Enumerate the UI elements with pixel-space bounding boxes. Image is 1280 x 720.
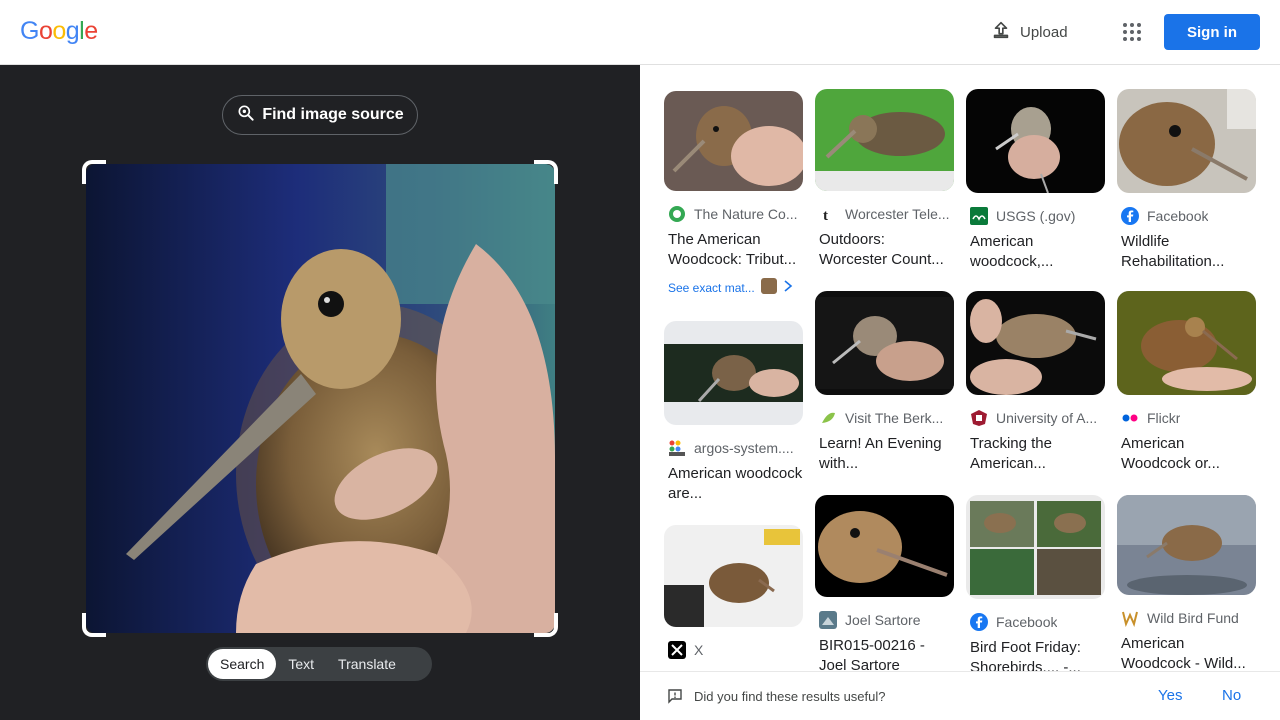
result-thumbnail[interactable] [664, 321, 803, 425]
result-card[interactable]: The Nature Co... The American Woodcock: … [664, 91, 804, 297]
wild-bird-fund-icon [1121, 609, 1139, 627]
crop-corner-handle[interactable] [82, 160, 106, 184]
usgs-icon [970, 207, 988, 225]
mode-text-tab[interactable]: Text [276, 649, 326, 679]
result-title[interactable]: American woodcock are... [664, 464, 804, 504]
apps-grid-icon[interactable] [1120, 20, 1144, 44]
upload-icon [990, 19, 1012, 45]
leaf-icon [819, 409, 837, 427]
result-source: Joel Sartore [845, 612, 921, 628]
result-thumbnail[interactable] [966, 495, 1105, 599]
result-source: Wild Bird Fund [1147, 610, 1239, 626]
result-thumbnail[interactable] [815, 495, 954, 597]
result-thumbnail[interactable] [1117, 291, 1256, 395]
feedback-icon [667, 688, 683, 707]
result-card[interactable]: University of A... Tracking the American… [966, 291, 1106, 474]
cls-icon [668, 439, 686, 457]
flickr-icon [1121, 409, 1139, 427]
crop-corner-handle[interactable] [534, 613, 558, 637]
upload-button[interactable]: Upload [990, 18, 1068, 46]
globe-icon [668, 205, 686, 223]
result-card[interactable]: Facebook Wildlife Rehabilitation... [1117, 89, 1257, 272]
x-icon [668, 641, 686, 659]
result-source: The Nature Co... [694, 206, 798, 222]
result-title[interactable]: BIR015-00216 - Joel Sartore [815, 636, 955, 671]
result-title[interactable]: American Woodcock or... [1117, 434, 1257, 474]
mode-search-tab[interactable]: Search [208, 649, 277, 679]
logo-letter: e [84, 17, 98, 45]
find-image-source-label: Find image source [262, 106, 404, 123]
result-title[interactable]: American Woodcock - Wild... [1117, 634, 1257, 671]
result-card[interactable]: X [664, 525, 804, 666]
google-logo[interactable]: Google [20, 17, 98, 46]
chevron-right-icon [783, 280, 793, 295]
result-title[interactable]: Wildlife Rehabilitation... [1117, 232, 1257, 272]
logo-letter: o [38, 17, 53, 45]
facebook-icon [1121, 207, 1139, 225]
find-image-source-button[interactable]: Find image source [222, 95, 418, 135]
result-source: Worcester Tele... [845, 206, 950, 222]
lens-image-pane: Find image source Search Text Translate [0, 65, 640, 720]
joel-sartore-icon [819, 611, 837, 629]
feedback-yes-button[interactable]: Yes [1158, 687, 1182, 704]
result-source: Visit The Berk... [845, 410, 944, 426]
result-thumbnail[interactable] [815, 89, 954, 191]
university-icon [970, 409, 988, 427]
results-pane: The Nature Co... The American Woodcock: … [640, 65, 1280, 671]
header: Google Upload Sign in [0, 0, 1280, 65]
lens-search-icon [236, 103, 256, 128]
result-source: Facebook [996, 614, 1058, 630]
result-source: University of A... [996, 410, 1098, 426]
result-source: X [694, 642, 704, 658]
result-card[interactable]: Joel Sartore BIR015-00216 - Joel Sartore [815, 495, 955, 671]
feedback-no-button[interactable]: No [1222, 687, 1241, 704]
result-card[interactable]: Facebook Bird Foot Friday: Shorebirds,..… [966, 495, 1106, 671]
sign-in-button[interactable]: Sign in [1164, 14, 1260, 50]
query-image[interactable] [86, 164, 555, 633]
mode-translate-tab[interactable]: Translate [326, 649, 408, 679]
t-icon: t [819, 205, 837, 223]
result-title[interactable]: Learn! An Evening with... [815, 434, 955, 474]
see-exact-matches-link[interactable]: See exact mat... [664, 278, 804, 297]
feedback-question: Did you find these results useful? [694, 689, 886, 704]
logo-letter: o [52, 17, 66, 45]
result-card[interactable]: Visit The Berk... Learn! An Evening with… [815, 291, 955, 474]
result-card[interactable]: USGS (.gov) American woodcock,... [966, 89, 1106, 272]
result-thumbnail[interactable] [664, 525, 803, 627]
result-source: argos-system.... [694, 440, 794, 456]
result-thumbnail[interactable] [664, 91, 803, 191]
crop-corner-handle[interactable] [82, 613, 106, 637]
result-source: Flickr [1147, 410, 1181, 426]
result-card[interactable]: t Worcester Tele... Outdoors: Worcester … [815, 89, 955, 270]
lens-mode-switcher: Search Text Translate [206, 647, 432, 681]
thumbnail-mini-icon [760, 278, 777, 297]
result-card[interactable]: Flickr American Woodcock or... [1117, 291, 1257, 474]
facebook-icon [970, 613, 988, 631]
result-source: Facebook [1147, 208, 1209, 224]
see-exact-matches-label: See exact mat... [668, 280, 755, 295]
logo-letter: G [20, 17, 39, 45]
result-thumbnail[interactable] [1117, 495, 1256, 595]
svg-text:t: t [823, 208, 828, 223]
result-title[interactable]: American woodcock,... [966, 232, 1106, 272]
logo-letter: g [65, 17, 80, 45]
result-title[interactable]: The American Woodcock: Tribut... [664, 230, 804, 270]
result-thumbnail[interactable] [815, 291, 954, 395]
crop-corner-handle[interactable] [534, 160, 558, 184]
result-title[interactable]: Outdoors: Worcester Count... [815, 230, 955, 270]
result-title[interactable]: Tracking the American... [966, 434, 1106, 474]
result-source: USGS (.gov) [996, 208, 1076, 224]
result-thumbnail[interactable] [966, 89, 1105, 193]
result-title[interactable]: Bird Foot Friday: Shorebirds,... -... [966, 638, 1106, 671]
feedback-bar: Did you find these results useful? Yes N… [640, 671, 1280, 720]
upload-label: Upload [1020, 23, 1068, 41]
result-card[interactable]: argos-system.... American woodcock are..… [664, 321, 804, 504]
result-thumbnail[interactable] [1117, 89, 1256, 193]
result-card[interactable]: Wild Bird Fund American Woodcock - Wild.… [1117, 495, 1257, 671]
result-thumbnail[interactable] [966, 291, 1105, 395]
